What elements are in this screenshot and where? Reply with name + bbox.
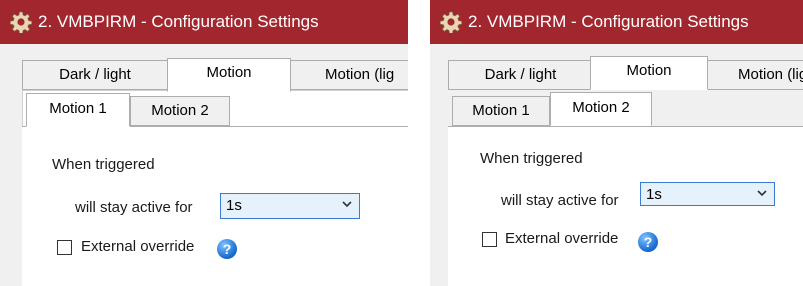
- tab-motion-2[interactable]: Motion 2: [550, 92, 652, 126]
- external-override-label: External override: [81, 238, 195, 255]
- tab-motion[interactable]: Motion: [590, 56, 708, 90]
- when-triggered-label: When triggered: [480, 150, 583, 167]
- tab-motion-light[interactable]: Motion (lig: [290, 60, 408, 90]
- title-bar: 2. VMBPIRM - Configuration Settings: [430, 0, 803, 44]
- tab-motion-1[interactable]: Motion 1: [26, 93, 130, 127]
- duration-select[interactable]: 1s: [220, 193, 360, 219]
- chevron-down-icon: [757, 190, 767, 197]
- tab-motion-1[interactable]: Motion 1: [452, 96, 550, 126]
- chevron-down-icon: [342, 201, 352, 208]
- stay-active-label: will stay active for: [501, 192, 619, 209]
- tab-motion-2[interactable]: Motion 2: [130, 96, 230, 126]
- window-title: 2. VMBPIRM - Configuration Settings: [38, 12, 319, 31]
- external-override-label: External override: [505, 230, 619, 247]
- tab-motion-light[interactable]: Motion (lig: [707, 60, 803, 90]
- config-window-left: 2. VMBPIRM - Configuration Settings Dark…: [0, 0, 408, 286]
- when-triggered-label: When triggered: [52, 156, 155, 173]
- gear-icon: [10, 11, 32, 34]
- tab-dark-light[interactable]: Dark / light: [448, 60, 593, 90]
- stay-active-label: will stay active for: [75, 199, 193, 216]
- tab-dark-light[interactable]: Dark / light: [22, 60, 168, 90]
- duration-value: 1s: [646, 186, 662, 203]
- duration-select[interactable]: 1s: [640, 182, 775, 206]
- tab-motion[interactable]: Motion: [167, 58, 291, 92]
- title-bar: 2. VMBPIRM - Configuration Settings: [0, 0, 408, 44]
- external-override-checkbox[interactable]: [482, 232, 497, 247]
- help-icon[interactable]: ?: [217, 239, 237, 259]
- help-icon[interactable]: ?: [638, 232, 658, 252]
- duration-value: 1s: [226, 197, 242, 214]
- config-window-right: 2. VMBPIRM - Configuration Settings Dark…: [430, 0, 803, 286]
- gear-icon: [440, 11, 462, 34]
- external-override-checkbox[interactable]: [57, 240, 72, 255]
- window-title: 2. VMBPIRM - Configuration Settings: [468, 12, 749, 31]
